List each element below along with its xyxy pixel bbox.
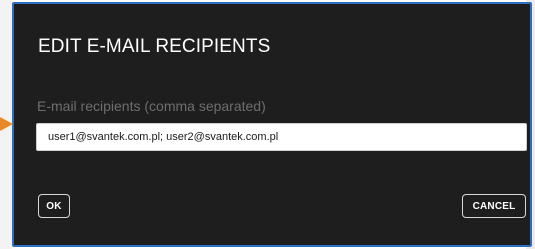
screen: EDIT E-MAIL RECIPIENTS E-mail recipients…	[0, 0, 535, 249]
recipients-input[interactable]	[36, 123, 527, 151]
dialog-title: EDIT E-MAIL RECIPIENTS	[38, 36, 271, 57]
ok-button[interactable]: OK	[38, 194, 70, 218]
cancel-button[interactable]: CANCEL	[462, 194, 526, 218]
arrow-right-icon	[0, 117, 13, 131]
edit-email-recipients-dialog: EDIT E-MAIL RECIPIENTS E-mail recipients…	[12, 2, 532, 247]
recipients-label: E-mail recipients (comma separated)	[37, 98, 266, 114]
